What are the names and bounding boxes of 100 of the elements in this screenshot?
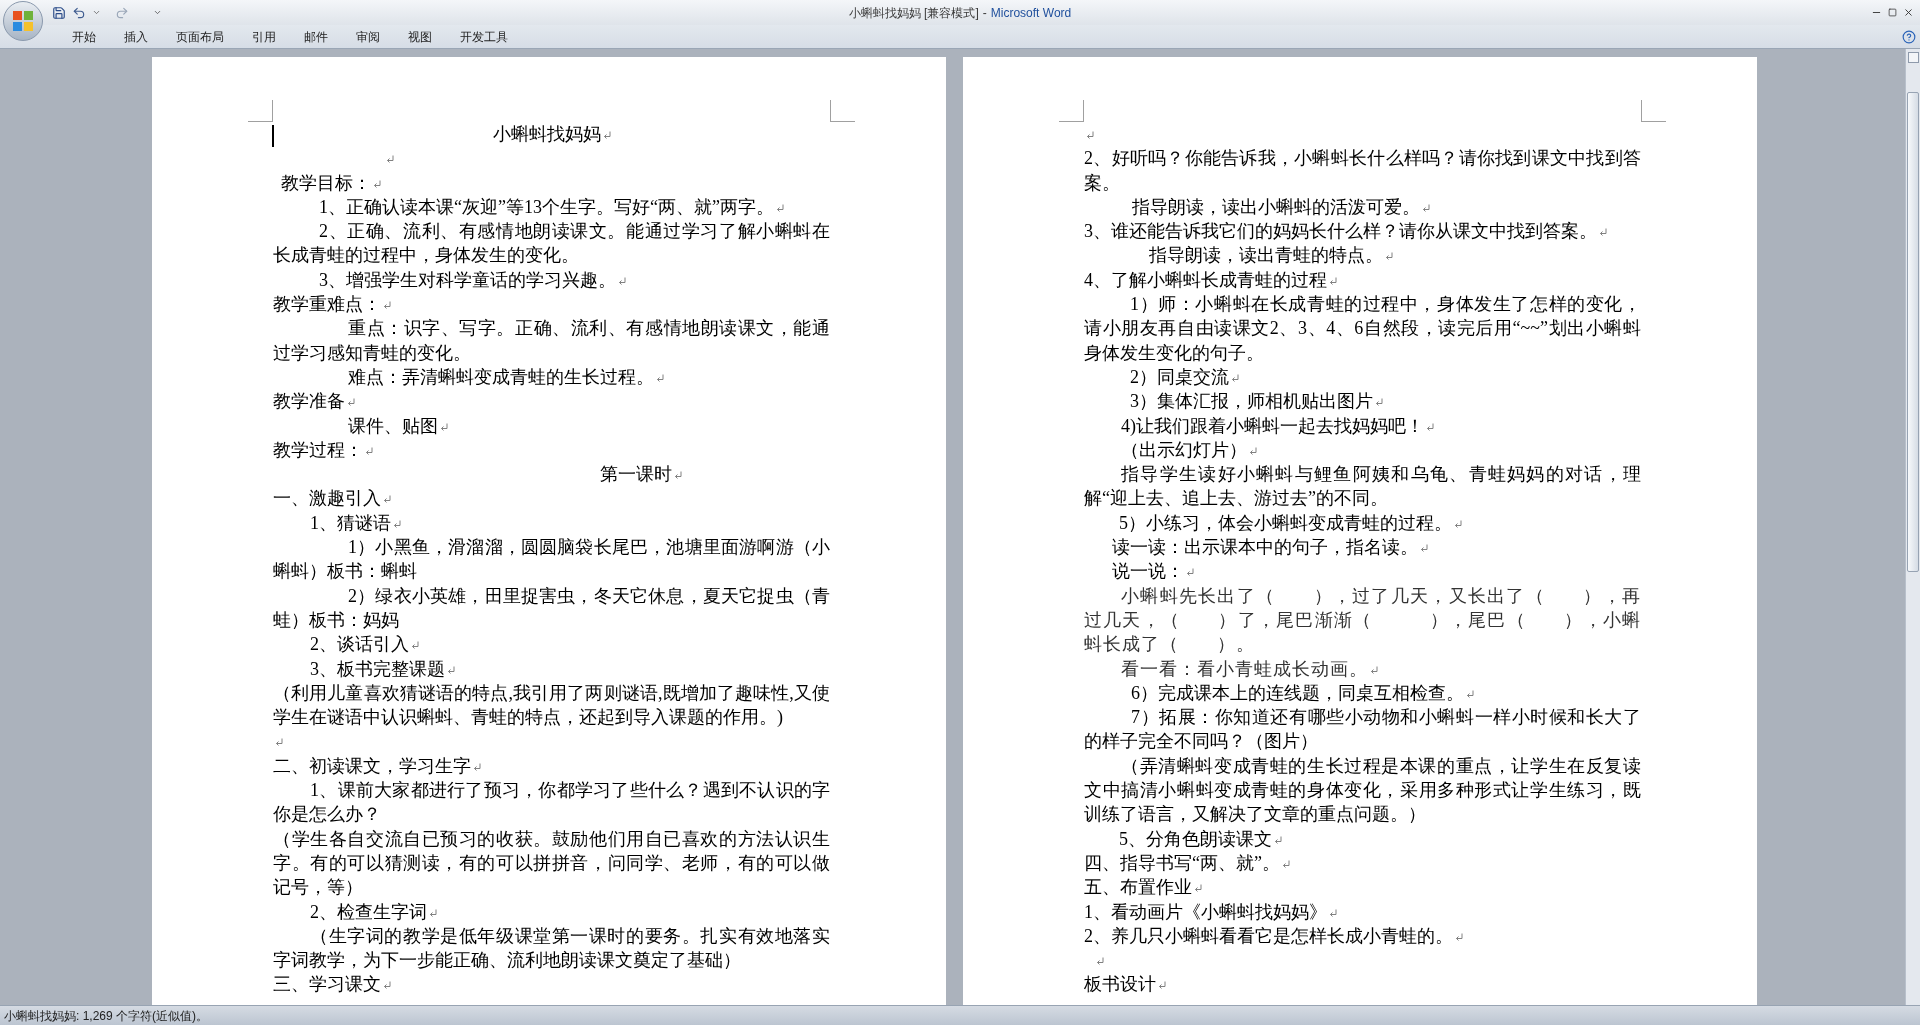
- maximize-icon[interactable]: [1888, 8, 1897, 17]
- ribbon-tab[interactable]: 视图: [394, 25, 446, 48]
- paragraph-mark-icon: [347, 398, 355, 408]
- paragraph-text: 1、课前大家都进行了预习，你都学习了些什么？遇到不认识的字你是怎么办？: [273, 779, 830, 827]
- window-title: 小蝌蚪找妈妈 [兼容模式]: [848, 4, 979, 22]
- paragraph-mark-icon: [275, 738, 283, 748]
- paragraph-text: 看一看：看小青蛙成长动画。: [1121, 658, 1368, 679]
- paragraph-mark-icon: [1420, 544, 1428, 554]
- undo-icon[interactable]: [72, 5, 86, 20]
- ribbon-tab[interactable]: 引用: [238, 25, 290, 48]
- paragraph-text: 6）完成课本上的连线题，同桌互相检查。: [1131, 682, 1464, 703]
- paragraph-text: 指导朗读，读出小蝌蚪的活泼可爱。: [1132, 196, 1420, 217]
- paragraph-text: 二、初读课文，学习生字: [273, 755, 471, 776]
- crop-mark: [830, 100, 855, 122]
- paragraph-text: 指导学生读好小蝌蚪与鲤鱼阿姨和乌龟、青蛙妈妈的对话，理解“迎上去、追上去、游过去”的不同。: [1084, 463, 1641, 511]
- paragraph-text: （利用儿童喜欢猜谜语的特点,我引用了两则谜语,既增加了趣味性,又使学生在谜语中认识蝌蚪、青蛙的特点，还起到导入课题的作用。): [273, 681, 830, 730]
- scrollbar-thumb[interactable]: [1907, 92, 1919, 572]
- paragraph-mark-icon: [602, 131, 611, 140]
- paragraph-text: 教学准备: [273, 391, 345, 412]
- paragraph-mark-icon: [1194, 884, 1202, 894]
- paragraph-mark-icon: [1385, 252, 1393, 262]
- paragraph-text: 5）小练习，体会小蝌蚪变成青蛙的过程。: [1119, 512, 1452, 533]
- paragraph-text: 板书设计: [1084, 974, 1156, 995]
- redo-icon[interactable]: [115, 5, 129, 20]
- crop-mark: [248, 100, 273, 122]
- scroll-up-icon[interactable]: [1907, 52, 1919, 63]
- paragraph-mark-icon: [1274, 835, 1282, 845]
- paragraph-text: 2、养几只小蝌蚪看看它是怎样长成小青蛙的。: [1084, 925, 1453, 946]
- paragraph-mark-icon: [383, 495, 391, 505]
- paragraph-text: 教学重难点：: [273, 294, 381, 315]
- customize-toolbar-icon[interactable]: [153, 8, 162, 17]
- paragraph-mark-icon: [674, 471, 682, 481]
- paragraph-text: 2）绿衣小英雄，田里捉害虫，冬天它休息，夏天它捉虫（青蛙）板书：妈妈: [273, 584, 830, 632]
- paragraph-text: 1、看动画片《小蝌蚪找妈妈》: [1084, 901, 1327, 922]
- paragraph-mark-icon: [1454, 519, 1462, 529]
- paragraph-mark-icon: [656, 373, 664, 383]
- ribbon-tab[interactable]: 开发工具: [446, 25, 522, 48]
- paragraph-mark-icon: [775, 203, 784, 213]
- paragraph-mark-icon: [383, 981, 391, 991]
- document-title: 小蝌蚪找妈妈: [492, 124, 601, 144]
- paragraph-text: 一、激趣引入: [273, 488, 381, 509]
- paragraph-text: （生字词的教学是低年级课堂第一课时的要务。扎实有效地落实字词教学，为下一步能正确、流利地朗读课文奠定了基础）: [273, 924, 830, 973]
- save-icon[interactable]: [52, 5, 66, 20]
- paragraph-text: 2、检查生字词: [310, 901, 427, 922]
- paragraph-text: 1）小黑鱼，滑溜溜，圆圆脑袋长尾巴，池塘里面游啊游（小蝌蚪）板书：蝌蚪: [273, 536, 830, 584]
- paragraph-mark-icon: [1282, 859, 1290, 869]
- ribbon-tab[interactable]: 页面布局: [162, 25, 238, 48]
- paragraph-mark-icon: [447, 665, 455, 675]
- paragraph-text: 2）同桌交流: [1130, 366, 1229, 387]
- paragraph-text: （弄清蝌蚪变成青蛙的生长过程是本课的重点，让学生在反复读文中搞清小蝌蚪变成青蛙的身体变化，采用多种形式让学生练习，既训练了语言，又解决了文章的重点问题。）: [1084, 754, 1641, 827]
- paragraph-text: 教学目标：: [281, 172, 371, 193]
- paragraph-text: 重点：识字、写字。正确、流利、有感情地朗读课文，能通过学习感知青蛙的变化。: [273, 317, 830, 365]
- paragraph-mark-icon: [1231, 373, 1239, 383]
- status-text: 小蝌蚪找妈妈: 1,269 个字符(近似值)。: [4, 1007, 209, 1025]
- paragraph-text: 2、谈话引入: [310, 634, 409, 655]
- paragraph-text: 2、好听吗？你能告诉我，小蝌蚪长什么样吗？请你找到课文中找到答案。: [1084, 147, 1641, 195]
- paragraph-text: 五、布置作业: [1084, 877, 1192, 898]
- close-icon[interactable]: [1903, 7, 1914, 18]
- ribbon-tab[interactable]: 审阅: [342, 25, 394, 48]
- paragraph-text: 4、了解小蝌蚪长成青蛙的过程: [1084, 269, 1327, 290]
- paragraph-text: 3、谁还能告诉我它们的妈妈长什么样？请你从课文中找到答案。: [1084, 221, 1597, 242]
- paragraph-mark-icon: [411, 641, 419, 651]
- paragraph-mark-icon: [1096, 957, 1104, 967]
- paragraph-mark-icon: [1329, 276, 1337, 286]
- paragraph-text: 3、板书完整课题: [310, 658, 445, 679]
- paragraph-mark-icon: [383, 301, 391, 311]
- vertical-scrollbar[interactable]: [1905, 49, 1920, 1005]
- paragraph-text: （出示幻灯片）: [1121, 439, 1247, 460]
- paragraph-mark-icon: [1249, 446, 1257, 456]
- paragraph-mark-icon: [1329, 908, 1337, 918]
- paragraph-text: 课件、贴图: [348, 415, 438, 436]
- help-icon[interactable]: [1902, 29, 1916, 44]
- paragraph-text: 说一说：: [1112, 561, 1184, 582]
- app-name: Microsoft Word: [990, 4, 1072, 22]
- section-heading: 第一课时: [600, 464, 672, 485]
- paragraph-mark-icon: [1466, 689, 1474, 699]
- ribbon-tab[interactable]: 插入: [110, 25, 162, 48]
- paragraph-text: 教学过程：: [273, 439, 363, 460]
- paragraph-text: 小蝌蚪先长出了（ ），过了几天，又长出了（ ），再过几天，（ ）了，尾巴渐渐（ ），尾巴（ ），小蝌蚪长成了（ ）。: [1084, 584, 1641, 657]
- paragraph-text: 三、学习课文: [273, 974, 381, 995]
- paragraph-mark-icon: [393, 519, 401, 529]
- paragraph-text: 1、猜谜语: [310, 512, 391, 533]
- paragraph-mark-icon: [1455, 932, 1463, 942]
- paragraph-text: 3、增强学生对科学童话的学习兴趣。: [319, 269, 616, 290]
- paragraph-text: （学生各自交流自已预习的收获。鼓励他们用自已喜欢的方法认识生字。有的可以猜测读，有的可以拼拼音，问同学、老师，有的可以做记号，等）: [273, 827, 830, 900]
- paragraph-mark-icon: [429, 908, 437, 918]
- paragraph-mark-icon: [618, 276, 626, 286]
- ribbon-tab[interactable]: 开始: [58, 25, 110, 48]
- office-logo-icon: [11, 9, 35, 33]
- paragraph-mark-icon: [373, 179, 381, 189]
- paragraph-mark-icon: [386, 155, 394, 165]
- paragraph-text: 四、指导书写“两、就”。: [1084, 852, 1280, 873]
- paragraph-mark-icon: [1086, 131, 1094, 140]
- paragraph-text: 指导朗读，读出青蛙的特点。: [1149, 245, 1383, 266]
- paragraph-mark-icon: [1422, 203, 1430, 213]
- text-cursor: [272, 125, 274, 147]
- paragraph-text: 1）师：小蝌蚪在长成青蛙的过程中，身体发生了怎样的变化，请小朋友再自由读课文2、3、4、6自然段，读完后用“~~”划出小蝌蚪身体发生变化的句子。: [1084, 293, 1641, 365]
- dropdown-icon[interactable]: [92, 8, 101, 17]
- paragraph-text: 4)让我们跟着小蝌蚪一起去找妈妈吧！: [1121, 415, 1424, 436]
- ribbon-tab[interactable]: 邮件: [290, 25, 342, 48]
